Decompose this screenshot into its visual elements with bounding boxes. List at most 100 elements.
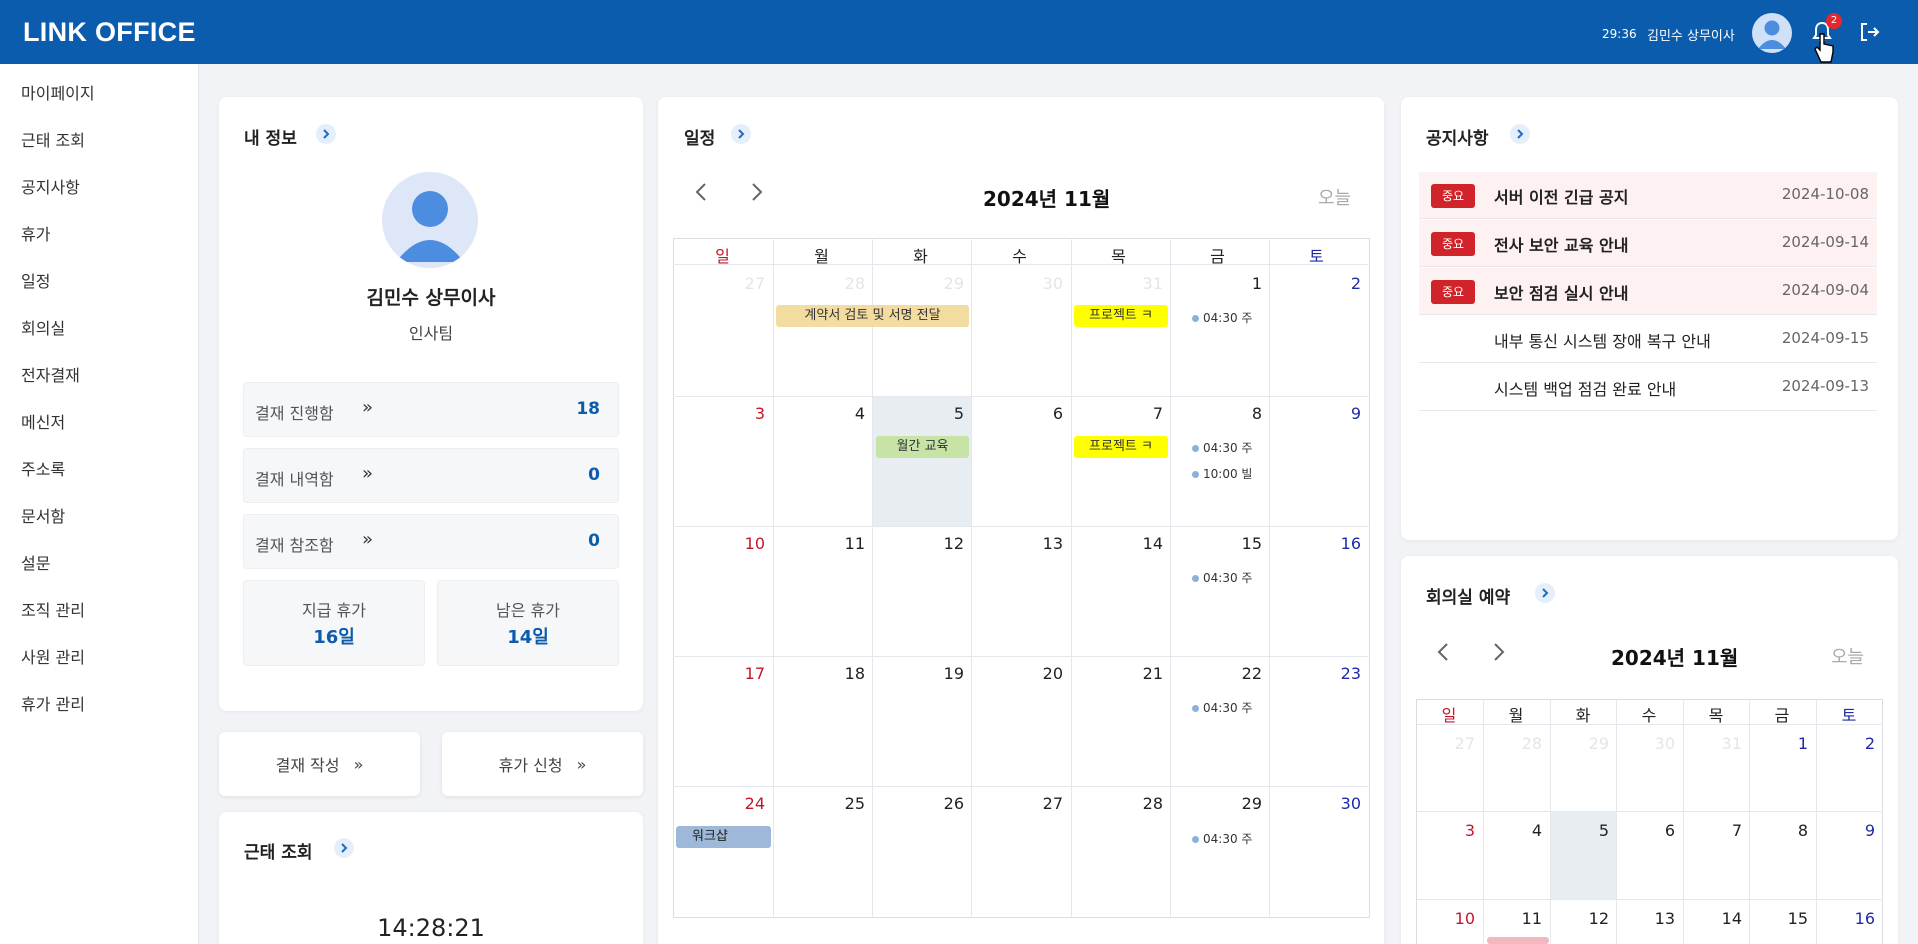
day-cell[interactable]: 3 (1416, 821, 1475, 840)
day-cell[interactable]: 17 (673, 664, 765, 683)
day-cell[interactable]: 30 (1616, 734, 1675, 753)
sidebar-item-notices[interactable]: 공지사항 (21, 174, 80, 198)
sidebar-item-survey[interactable]: 설문 (21, 550, 50, 574)
sidebar-item-leave-management[interactable]: 휴가 관리 (21, 691, 85, 715)
next-month-icon[interactable] (746, 180, 766, 211)
day-cell[interactable]: 28 (1071, 794, 1163, 813)
event-dot-1000[interactable]: 10:00 빌 (1192, 465, 1252, 482)
event-dot-0430[interactable]: 04:30 주 (1192, 830, 1252, 847)
stat-approval-in-progress[interactable]: 결재 진행함 » 18 (243, 382, 619, 437)
day-cell[interactable]: 4 (1483, 821, 1542, 840)
today-button[interactable]: 오늘 (1831, 643, 1864, 669)
day-cell[interactable]: 7 (1683, 821, 1742, 840)
sidebar-item-mypage[interactable]: 마이페이지 (21, 80, 95, 104)
today-button[interactable]: 오늘 (1318, 184, 1351, 210)
day-cell[interactable]: 28 (773, 274, 865, 293)
sidebar-item-approval[interactable]: 전자결재 (21, 362, 80, 386)
next-month-icon[interactable] (1488, 640, 1508, 671)
notice-row[interactable]: 중요 전사 보안 교육 안내 2024-09-14 (1419, 220, 1877, 267)
notice-row[interactable]: 시스템 백업 점검 완료 안내 2024-09-13 (1419, 364, 1877, 411)
day-cell[interactable]: 28 (1483, 734, 1542, 753)
day-cell[interactable]: 16 (1816, 909, 1875, 928)
day-cell[interactable]: 21 (1071, 664, 1163, 683)
notice-row[interactable]: 중요 서버 이전 긴급 공지 2024-10-08 (1419, 172, 1877, 219)
day-cell[interactable]: 3 (673, 404, 765, 423)
day-cell[interactable]: 4 (773, 404, 865, 423)
sidebar-item-schedule[interactable]: 일정 (21, 268, 50, 292)
event-project[interactable]: 프로젝트 ㅋ (1074, 436, 1168, 458)
day-cell[interactable]: 2 (1269, 274, 1361, 293)
sidebar-item-attendance[interactable]: 근태 조회 (21, 127, 85, 151)
day-cell[interactable]: 30 (1269, 794, 1361, 813)
day-cell[interactable]: 1 (1749, 734, 1808, 753)
event-workshop[interactable]: 워크샵 (676, 826, 771, 848)
day-cell[interactable]: 1 (1170, 274, 1262, 293)
event-project[interactable]: 프로젝트 ㅋ (1074, 305, 1168, 327)
day-cell[interactable]: 25 (773, 794, 865, 813)
day-cell[interactable]: 7 (1071, 404, 1163, 423)
event-monthly-training[interactable]: 월간 교육 (876, 436, 969, 458)
day-cell[interactable]: 12 (872, 534, 964, 553)
day-cell[interactable]: 26 (872, 794, 964, 813)
app-logo[interactable]: LINK OFFICE (23, 17, 196, 48)
chevron-right-icon[interactable] (1535, 583, 1555, 603)
day-cell[interactable]: 30 (971, 274, 1063, 293)
day-cell[interactable]: 9 (1816, 821, 1875, 840)
sidebar-item-messenger[interactable]: 메신저 (21, 409, 65, 433)
chevron-right-icon[interactable] (334, 838, 354, 858)
meeting-reservation-bar[interactable] (1487, 937, 1549, 944)
day-cell[interactable]: 14 (1683, 909, 1742, 928)
chevron-right-icon[interactable] (1510, 124, 1530, 144)
day-cell[interactable]: 18 (773, 664, 865, 683)
day-cell[interactable]: 20 (971, 664, 1063, 683)
event-dot-0430[interactable]: 04:30 주 (1192, 569, 1252, 586)
event-dot-0430[interactable]: 04:30 주 (1192, 699, 1252, 716)
notice-row[interactable]: 중요 보안 점검 실시 안내 2024-09-04 (1419, 268, 1877, 315)
day-cell[interactable]: 6 (1616, 821, 1675, 840)
day-cell[interactable]: 11 (1483, 909, 1542, 928)
logout-icon[interactable] (1858, 20, 1882, 44)
notice-row[interactable]: 내부 통신 시스템 장애 복구 안내 2024-09-15 (1419, 316, 1877, 363)
header-avatar[interactable] (1752, 13, 1792, 53)
day-cell[interactable]: 5 (872, 404, 964, 423)
event-contract-review[interactable]: 계약서 검토 및 서명 전달 (776, 305, 969, 327)
day-cell[interactable]: 16 (1269, 534, 1361, 553)
day-cell[interactable]: 10 (673, 534, 765, 553)
day-cell[interactable]: 6 (971, 404, 1063, 423)
day-cell[interactable]: 15 (1749, 909, 1808, 928)
request-leave-button[interactable]: 휴가 신청 » (442, 732, 643, 796)
day-cell[interactable]: 29 (872, 274, 964, 293)
day-cell[interactable]: 14 (1071, 534, 1163, 553)
day-cell[interactable]: 29 (1170, 794, 1262, 813)
day-cell[interactable]: 10 (1416, 909, 1475, 928)
sidebar-item-address-book[interactable]: 주소록 (21, 456, 65, 480)
prev-month-icon[interactable] (1434, 640, 1454, 671)
day-cell[interactable]: 13 (1616, 909, 1675, 928)
sidebar-item-employee-management[interactable]: 사원 관리 (21, 644, 85, 668)
stat-approval-history[interactable]: 결재 내역함 » 0 (243, 448, 619, 503)
sidebar-item-org-management[interactable]: 조직 관리 (21, 597, 85, 621)
day-cell[interactable]: 29 (1550, 734, 1609, 753)
day-cell[interactable]: 31 (1071, 274, 1163, 293)
day-cell[interactable]: 8 (1170, 404, 1262, 423)
day-cell[interactable]: 31 (1683, 734, 1742, 753)
prev-month-icon[interactable] (692, 180, 712, 211)
sidebar-item-meeting-room[interactable]: 회의실 (21, 315, 65, 339)
day-cell[interactable]: 9 (1269, 404, 1361, 423)
day-cell[interactable]: 11 (773, 534, 865, 553)
sidebar-item-documents[interactable]: 문서함 (21, 503, 65, 527)
day-cell[interactable]: 24 (673, 794, 765, 813)
day-cell[interactable]: 5 (1550, 821, 1609, 840)
day-cell[interactable]: 19 (872, 664, 964, 683)
stat-approval-reference[interactable]: 결재 참조함 » 0 (243, 514, 619, 569)
day-cell[interactable]: 22 (1170, 664, 1262, 683)
day-cell[interactable]: 8 (1749, 821, 1808, 840)
day-cell[interactable]: 12 (1550, 909, 1609, 928)
event-dot-0430[interactable]: 04:30 주 (1192, 439, 1252, 456)
day-cell[interactable]: 27 (673, 274, 765, 293)
event-dot-0430[interactable]: 04:30 주 (1192, 309, 1252, 326)
day-cell[interactable]: 2 (1816, 734, 1875, 753)
day-cell[interactable]: 15 (1170, 534, 1262, 553)
sidebar-item-leave[interactable]: 휴가 (21, 221, 50, 245)
day-cell[interactable]: 13 (971, 534, 1063, 553)
